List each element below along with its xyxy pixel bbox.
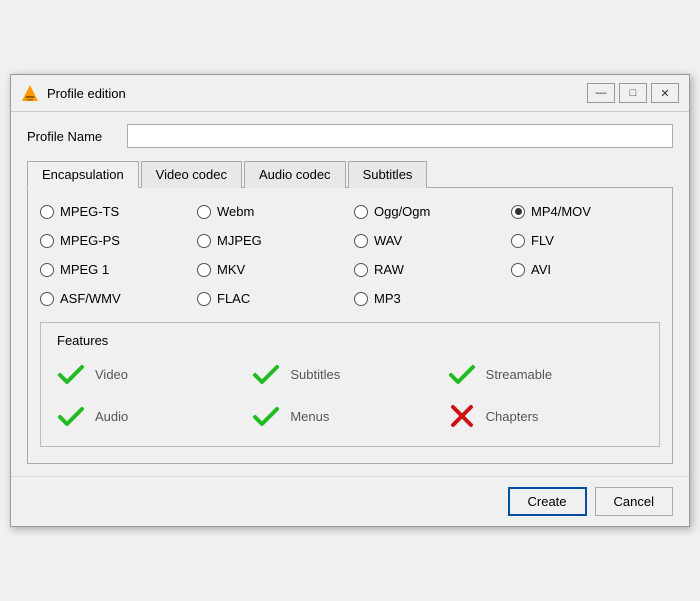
tab-video-codec[interactable]: Video codec — [141, 161, 242, 188]
radio-mp4-mov[interactable] — [511, 205, 525, 219]
label-mp3: MP3 — [374, 291, 401, 306]
radio-flv[interactable] — [511, 234, 525, 248]
feature-streamable: Streamable — [448, 360, 643, 388]
radio-avi[interactable] — [511, 263, 525, 277]
feature-label-subtitles: Subtitles — [290, 367, 340, 382]
label-mpeg-ts: MPEG-TS — [60, 204, 119, 219]
footer: Create Cancel — [11, 476, 689, 526]
main-window: Profile edition — □ ✕ Profile Name Encap… — [10, 74, 690, 527]
feature-menus: Menus — [252, 402, 447, 430]
radio-mjpeg[interactable] — [197, 234, 211, 248]
titlebar-controls: — □ ✕ — [587, 83, 679, 103]
option-mpeg-ts[interactable]: MPEG-TS — [40, 204, 189, 219]
cross-icon-chapters — [448, 402, 476, 430]
option-ogg-ogm[interactable]: Ogg/Ogm — [354, 204, 503, 219]
option-mpeg-ps[interactable]: MPEG-PS — [40, 233, 189, 248]
label-raw: RAW — [374, 262, 404, 277]
radio-mpeg-ts[interactable] — [40, 205, 54, 219]
option-avi[interactable]: AVI — [511, 262, 660, 277]
radio-raw[interactable] — [354, 263, 368, 277]
tabs-bar: Encapsulation Video codec Audio codec Su… — [27, 160, 673, 188]
check-icon-menus — [252, 402, 280, 430]
check-icon-audio — [57, 402, 85, 430]
cancel-button[interactable]: Cancel — [595, 487, 673, 516]
radio-mp3[interactable] — [354, 292, 368, 306]
option-mjpeg[interactable]: MJPEG — [197, 233, 346, 248]
option-flv[interactable]: FLV — [511, 233, 660, 248]
content-area: Profile Name Encapsulation Video codec A… — [11, 112, 689, 476]
radio-mkv[interactable] — [197, 263, 211, 277]
label-mjpeg: MJPEG — [217, 233, 262, 248]
titlebar: Profile edition — □ ✕ — [11, 75, 689, 112]
option-flac[interactable]: FLAC — [197, 291, 346, 306]
option-wav[interactable]: WAV — [354, 233, 503, 248]
vlc-icon — [21, 84, 39, 102]
tab-audio-codec[interactable]: Audio codec — [244, 161, 346, 188]
feature-label-audio: Audio — [95, 409, 128, 424]
option-webm[interactable]: Webm — [197, 204, 346, 219]
maximize-button[interactable]: □ — [619, 83, 647, 103]
label-asf-wmv: ASF/WMV — [60, 291, 121, 306]
radio-mpeg-1[interactable] — [40, 263, 54, 277]
radio-ogg-ogm[interactable] — [354, 205, 368, 219]
check-icon-streamable — [448, 360, 476, 388]
label-mpeg-1: MPEG 1 — [60, 262, 109, 277]
profile-name-row: Profile Name — [27, 124, 673, 148]
tab-encapsulation[interactable]: Encapsulation — [27, 161, 139, 188]
label-mpeg-ps: MPEG-PS — [60, 233, 120, 248]
radio-flac[interactable] — [197, 292, 211, 306]
feature-audio: Audio — [57, 402, 252, 430]
check-icon-video — [57, 360, 85, 388]
feature-video: Video — [57, 360, 252, 388]
create-button[interactable]: Create — [508, 487, 587, 516]
empty-cell — [511, 291, 660, 306]
check-icon-subtitles — [252, 360, 280, 388]
label-avi: AVI — [531, 262, 551, 277]
label-mkv: MKV — [217, 262, 245, 277]
feature-subtitles: Subtitles — [252, 360, 447, 388]
window-title: Profile edition — [47, 86, 126, 101]
option-mp4-mov[interactable]: MP4/MOV — [511, 204, 660, 219]
feature-label-chapters: Chapters — [486, 409, 539, 424]
encapsulation-options: MPEG-TS Webm Ogg/Ogm MP4/MOV MPEG-P — [40, 204, 660, 306]
label-ogg-ogm: Ogg/Ogm — [374, 204, 430, 219]
titlebar-left: Profile edition — [21, 84, 126, 102]
option-mpeg-1[interactable]: MPEG 1 — [40, 262, 189, 277]
feature-chapters: Chapters — [448, 402, 643, 430]
option-mkv[interactable]: MKV — [197, 262, 346, 277]
tab-subtitles[interactable]: Subtitles — [348, 161, 428, 188]
minimize-button[interactable]: — — [587, 83, 615, 103]
label-webm: Webm — [217, 204, 254, 219]
label-mp4-mov: MP4/MOV — [531, 204, 591, 219]
radio-webm[interactable] — [197, 205, 211, 219]
feature-label-streamable: Streamable — [486, 367, 552, 382]
profile-name-input[interactable] — [127, 124, 673, 148]
radio-wav[interactable] — [354, 234, 368, 248]
features-title: Features — [57, 333, 643, 348]
feature-label-menus: Menus — [290, 409, 329, 424]
label-wav: WAV — [374, 233, 402, 248]
radio-asf-wmv[interactable] — [40, 292, 54, 306]
option-mp3[interactable]: MP3 — [354, 291, 503, 306]
features-grid: Video Subtitles Streamable — [57, 360, 643, 430]
label-flv: FLV — [531, 233, 554, 248]
option-raw[interactable]: RAW — [354, 262, 503, 277]
label-flac: FLAC — [217, 291, 250, 306]
feature-label-video: Video — [95, 367, 128, 382]
option-asf-wmv[interactable]: ASF/WMV — [40, 291, 189, 306]
close-button[interactable]: ✕ — [651, 83, 679, 103]
tab-panel-encapsulation: MPEG-TS Webm Ogg/Ogm MP4/MOV MPEG-P — [27, 188, 673, 464]
features-box: Features Video Subtitles — [40, 322, 660, 447]
profile-name-label: Profile Name — [27, 129, 117, 144]
radio-mpeg-ps[interactable] — [40, 234, 54, 248]
